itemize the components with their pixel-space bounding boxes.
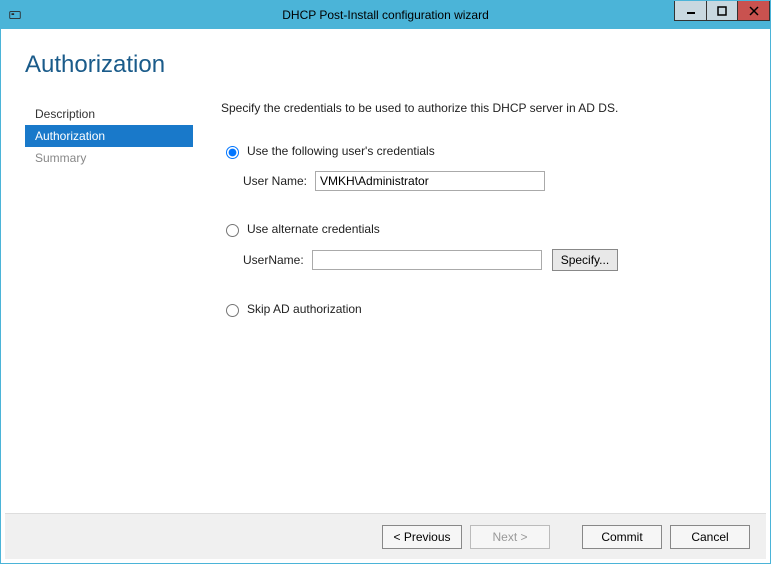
minimize-button[interactable]: [674, 1, 706, 21]
window-controls: [674, 1, 770, 21]
wizard-window: DHCP Post-Install configuration wizard A…: [0, 0, 771, 564]
page-title: Authorization: [25, 51, 746, 79]
step-sidebar: Description Authorization Summary: [25, 101, 193, 513]
sidebar-item-summary[interactable]: Summary: [25, 147, 193, 169]
maximize-button[interactable]: [706, 1, 738, 21]
option-skip: Skip AD authorization: [221, 301, 746, 317]
username-label-1: User Name:: [243, 174, 307, 188]
radio-current-user[interactable]: Use the following user's credentials: [221, 143, 746, 159]
username-input-1[interactable]: [315, 171, 545, 191]
radio-current-user-input[interactable]: [226, 146, 239, 159]
footer: < Previous Next > Commit Cancel: [5, 513, 766, 559]
option-current-user: Use the following user's credentials Use…: [221, 143, 746, 191]
radio-alternate-label: Use alternate credentials: [247, 222, 380, 236]
option-alternate: Use alternate credentials UserName: Spec…: [221, 221, 746, 271]
content-area: Authorization Description Authorization …: [1, 29, 770, 563]
titlebar: DHCP Post-Install configuration wizard: [1, 1, 770, 29]
radio-alternate[interactable]: Use alternate credentials: [221, 221, 746, 237]
previous-button[interactable]: < Previous: [382, 525, 462, 549]
radio-skip[interactable]: Skip AD authorization: [221, 301, 746, 317]
cancel-button[interactable]: Cancel: [670, 525, 750, 549]
body: Description Authorization Summary Specif…: [25, 101, 746, 513]
inner-panel: Authorization Description Authorization …: [5, 33, 766, 513]
radio-skip-input[interactable]: [226, 304, 239, 317]
radio-skip-label: Skip AD authorization: [247, 302, 362, 316]
username-label-2: UserName:: [243, 253, 304, 267]
radio-current-user-label: Use the following user's credentials: [247, 144, 435, 158]
main-panel: Specify the credentials to be used to au…: [193, 101, 746, 513]
close-button[interactable]: [738, 1, 770, 21]
alternate-field-row: UserName: Specify...: [243, 249, 746, 271]
sidebar-item-authorization[interactable]: Authorization: [25, 125, 193, 147]
window-title: DHCP Post-Install configuration wizard: [1, 8, 770, 22]
commit-button[interactable]: Commit: [582, 525, 662, 549]
username-input-2[interactable]: [312, 250, 542, 270]
app-icon: [7, 7, 23, 23]
next-button[interactable]: Next >: [470, 525, 550, 549]
radio-alternate-input[interactable]: [226, 224, 239, 237]
sidebar-item-description[interactable]: Description: [25, 103, 193, 125]
specify-button[interactable]: Specify...: [552, 249, 618, 271]
instruction-text: Specify the credentials to be used to au…: [221, 101, 746, 115]
current-user-field-row: User Name:: [243, 171, 746, 191]
